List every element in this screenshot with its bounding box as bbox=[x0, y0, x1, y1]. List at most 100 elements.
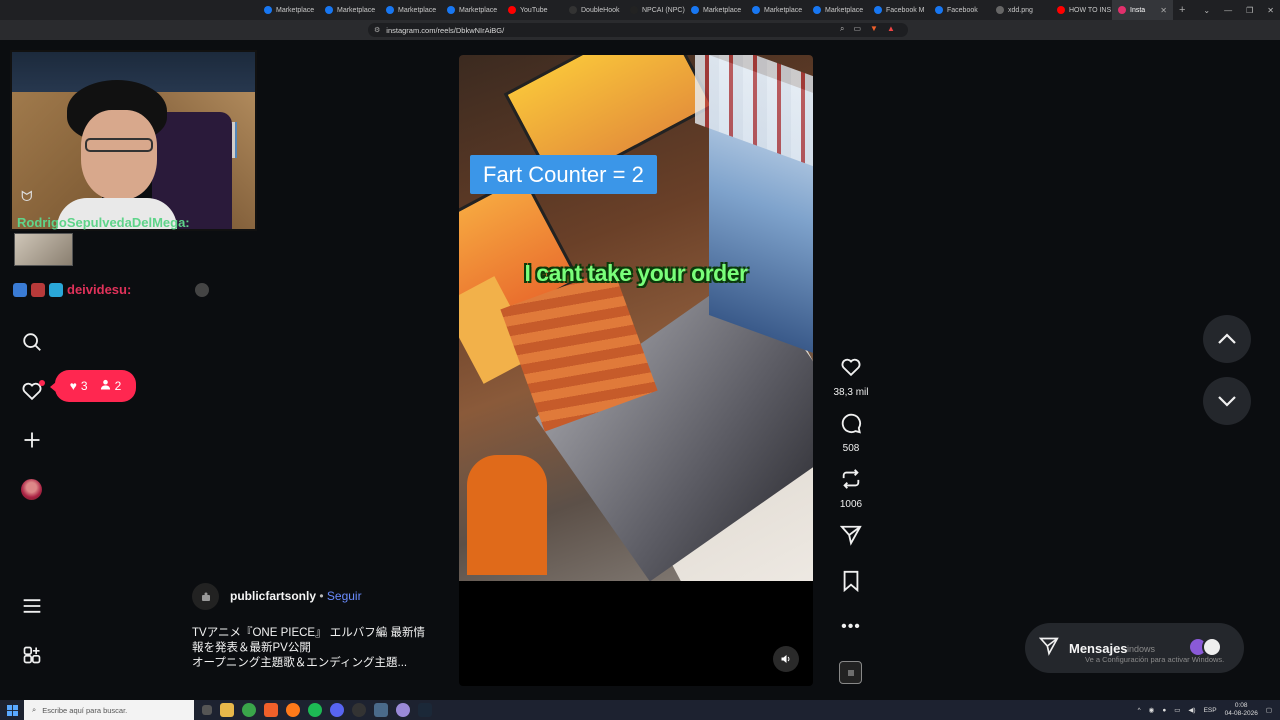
start-button[interactable] bbox=[0, 700, 24, 720]
create-plus-icon[interactable] bbox=[20, 428, 44, 452]
tab-favicon-icon bbox=[1118, 6, 1126, 14]
discord-icon[interactable] bbox=[330, 703, 344, 717]
reel-description[interactable]: TVアニメ『ONE PIECE』 エルバフ編 最新情 報を発表＆最新PV公開 オ… bbox=[192, 626, 442, 671]
search-nav-icon[interactable] bbox=[20, 330, 44, 354]
browser-tab[interactable]: Insta ✕ bbox=[1112, 0, 1173, 20]
fart-counter-overlay: Fart Counter = 2 bbox=[470, 155, 657, 194]
mute-button[interactable] bbox=[773, 646, 799, 672]
app-icon[interactable] bbox=[396, 703, 410, 717]
browser-tab[interactable]: Marketplace bbox=[319, 0, 380, 20]
also-from-meta-icon[interactable] bbox=[20, 643, 44, 667]
browser-tab[interactable]: NPCAI (NPC) bbox=[624, 0, 685, 20]
maximize-button[interactable]: ❐ bbox=[1246, 6, 1253, 15]
instagram-page: ᗢ RodrigoSepulvedaDelMega: deividesu: ♥ … bbox=[0, 40, 1280, 700]
tab-label: Marketplace bbox=[825, 6, 864, 14]
tab-label: Marketplace bbox=[398, 6, 437, 14]
tab-favicon-icon bbox=[569, 6, 577, 14]
heart-icon: ♥ bbox=[69, 379, 77, 393]
chat-emote-image bbox=[14, 233, 73, 266]
zoom-icon[interactable]: ⌕ bbox=[840, 24, 844, 34]
minimize-button[interactable]: — bbox=[1224, 6, 1232, 15]
volume-icon[interactable]: ◀) bbox=[1188, 706, 1195, 714]
tab-label: Marketplace bbox=[703, 6, 742, 14]
tab-favicon-icon bbox=[325, 6, 333, 14]
browser-tab[interactable]: Marketplace bbox=[441, 0, 502, 20]
browser-tab[interactable]: DoubleHook bbox=[563, 0, 624, 20]
browser-tab[interactable]: Marketplace bbox=[258, 0, 319, 20]
like-heart-icon[interactable] bbox=[840, 356, 862, 383]
more-options-action: ••• bbox=[830, 618, 872, 636]
taskbar-search-input[interactable]: ⌕ Escribe aquí para buscar. bbox=[24, 700, 194, 720]
chat-badge-icon bbox=[49, 282, 63, 297]
browser-tab[interactable]: YouTube bbox=[502, 0, 563, 20]
task-view-icon[interactable] bbox=[202, 705, 212, 715]
chrome-icon[interactable] bbox=[242, 703, 256, 717]
reel-video[interactable]: Fart Counter = 2 I cant take your order bbox=[459, 55, 813, 581]
firefox-icon[interactable] bbox=[286, 703, 300, 717]
file-explorer-icon[interactable] bbox=[220, 703, 234, 717]
browser-tab[interactable]: Marketplace bbox=[746, 0, 807, 20]
comment-icon[interactable] bbox=[840, 412, 862, 439]
threads-icon[interactable]: ᗢ bbox=[21, 188, 33, 205]
browser-tab[interactable]: Marketplace bbox=[807, 0, 868, 20]
tab-favicon-icon bbox=[447, 6, 455, 14]
notification-dot bbox=[39, 380, 45, 386]
comment-action: 508 bbox=[830, 412, 872, 454]
author-username[interactable]: publicfartsonly bbox=[230, 589, 316, 603]
repost-icon[interactable] bbox=[840, 468, 862, 495]
messages-label: Mensajes bbox=[1069, 640, 1128, 656]
notifications-popup[interactable]: ♥ 3 2 bbox=[50, 370, 136, 402]
browser-tab[interactable]: Facebook bbox=[929, 0, 990, 20]
tab-search-icon[interactable]: ⌄ bbox=[1203, 6, 1210, 15]
new-tab-button[interactable]: + bbox=[1173, 4, 1191, 16]
windows-activation-notice: Ve a Configuración para activar Windows. bbox=[1085, 655, 1225, 664]
browser-toolbar: ⛉ ⚙ instagram.com/reels/DbkwNIrAiBG/ ⌕ ▭… bbox=[0, 20, 1280, 54]
tab-label: Facebook M bbox=[886, 6, 925, 14]
follow-button[interactable]: Seguir bbox=[327, 589, 362, 603]
description-line: オープニング主題歌＆エンディング主題... bbox=[192, 657, 408, 669]
audio-thumbnail[interactable] bbox=[839, 661, 862, 684]
language-indicator[interactable]: ESP bbox=[1204, 707, 1217, 714]
save-bookmark-icon[interactable] bbox=[841, 570, 861, 597]
profile-avatar[interactable] bbox=[21, 479, 42, 500]
brave-shield-icon[interactable]: ▼ bbox=[870, 24, 878, 34]
url-text: instagram.com/reels/DbkwNIrAiBG/ bbox=[386, 25, 505, 35]
close-window-button[interactable]: ✕ bbox=[1267, 6, 1274, 15]
rewards-icon[interactable]: ▲ bbox=[887, 24, 895, 34]
like-action: 38,3 mil bbox=[830, 356, 872, 398]
obs-icon[interactable] bbox=[352, 703, 366, 717]
browser-tab[interactable]: Facebook M bbox=[868, 0, 929, 20]
brave-icon[interactable] bbox=[264, 703, 278, 717]
address-bar[interactable]: ⚙ instagram.com/reels/DbkwNIrAiBG/ bbox=[368, 23, 908, 37]
clock[interactable]: 0:08 04-08-2026 bbox=[1225, 702, 1258, 718]
more-options-icon[interactable]: ••• bbox=[841, 618, 861, 636]
tab-favicon-icon bbox=[1057, 6, 1065, 14]
next-reel-button[interactable] bbox=[1203, 377, 1251, 425]
close-tab-icon[interactable]: ✕ bbox=[1160, 6, 1167, 15]
chat-emote-icon bbox=[195, 282, 210, 297]
network-icon[interactable]: ◉ bbox=[1149, 706, 1155, 714]
tab-label: YouTube bbox=[520, 6, 548, 14]
previous-reel-button[interactable] bbox=[1203, 315, 1251, 363]
mic-icon[interactable]: ● bbox=[1162, 707, 1166, 714]
streamer-webcam bbox=[10, 50, 257, 231]
tray-chevron-icon[interactable]: ^ bbox=[1138, 707, 1141, 714]
reel-player[interactable]: Fart Counter = 2 I cant take your order bbox=[459, 55, 813, 686]
browser-tab[interactable]: Marketplace bbox=[685, 0, 746, 20]
tab-label: Insta bbox=[1130, 6, 1146, 14]
more-menu-icon[interactable] bbox=[20, 594, 44, 618]
cast-icon[interactable]: ▭ bbox=[853, 24, 861, 34]
chat-username: RodrigoSepulvedaDelMega: bbox=[17, 215, 190, 230]
author-avatar[interactable] bbox=[192, 583, 219, 610]
browser-tab[interactable]: xdd.png bbox=[990, 0, 1051, 20]
battery-icon[interactable]: ▭ bbox=[1174, 706, 1180, 714]
follows-count: 2 bbox=[114, 379, 122, 393]
steam-icon[interactable] bbox=[418, 703, 432, 717]
spotify-icon[interactable] bbox=[308, 703, 322, 717]
share-send-icon[interactable] bbox=[839, 524, 862, 551]
browser-tab[interactable]: HOW TO INS bbox=[1051, 0, 1112, 20]
app-icon[interactable] bbox=[374, 703, 388, 717]
site-info-icon[interactable]: ⚙ bbox=[374, 26, 380, 34]
notification-center-icon[interactable]: ▢ bbox=[1266, 706, 1272, 714]
browser-tab[interactable]: Marketplace bbox=[380, 0, 441, 20]
